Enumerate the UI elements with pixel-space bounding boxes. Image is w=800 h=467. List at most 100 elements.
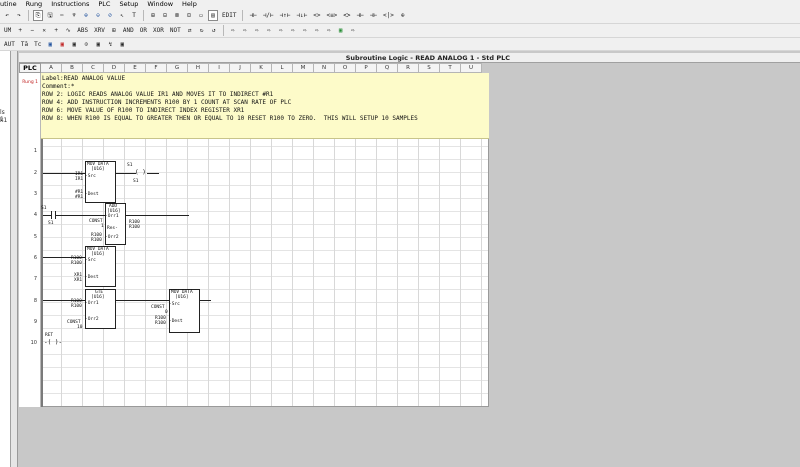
return-coil[interactable]: -( )- [44, 339, 62, 346]
convert-icon[interactable]: ⇨ [312, 25, 322, 36]
monitor-icon[interactable]: ▣ [336, 25, 346, 36]
column-label: C [83, 63, 104, 73]
add-icon[interactable]: + [15, 25, 25, 36]
divide-icon[interactable]: + [51, 25, 61, 36]
multiply-icon[interactable]: ✕ [39, 25, 49, 36]
text-tool-icon[interactable]: T [129, 10, 139, 21]
subtract-icon[interactable]: − [27, 25, 37, 36]
wire [147, 173, 159, 174]
dest-pin: -Dest [169, 319, 183, 324]
wrench-icon[interactable]: ♆ [69, 10, 79, 21]
move-indirect-icon[interactable]: ⇨ [276, 25, 286, 36]
pointer-icon[interactable]: ↖ [117, 10, 127, 21]
xrv-button[interactable]: XRV [92, 25, 107, 36]
swap-icon[interactable]: ⇄ [185, 25, 195, 36]
sqrt-icon[interactable]: ∿ [63, 25, 73, 36]
tree-item[interactable]: k1 [0, 117, 7, 124]
pane-splitter[interactable] [11, 51, 18, 467]
transfer-icon[interactable]: ⇨ [348, 25, 358, 36]
zoom-in-icon[interactable]: ⊕ [81, 10, 91, 21]
menu-instructions[interactable]: Instructions [51, 0, 89, 8]
clock-icon[interactable]: ⊙ [81, 39, 91, 50]
comment-line: ROW 2: LOGIC READS ANALOG VALUE IR1 AND … [42, 91, 274, 98]
rung-comment[interactable]: Label:READ ANALOG VALUE Comment:* ROW 2:… [41, 73, 489, 139]
rotate-left-icon[interactable]: ↺ [209, 25, 219, 36]
dest-pin: -Dest [85, 192, 99, 197]
menu-routine[interactable]: utine [0, 0, 17, 8]
main-toolbar: ↶ ↷ ⎘ 🖫 ✂ ♆ ⊕ ⊖ ⊘ ↖ T ⊞ ⊟ ⊠ ⊡ ▭ ▤ EDIT ⊣… [0, 8, 800, 24]
nc-contact-icon[interactable]: ⊣/⊢ [261, 10, 276, 21]
subroutine-icon[interactable]: ▣ [57, 39, 67, 50]
comm-icon[interactable]: ▣ [93, 39, 103, 50]
column-label: K [251, 63, 272, 73]
menu-setup[interactable]: Setup [119, 0, 138, 8]
comment-line: ROW 6: MOVE VALUE OF R100 TO INDIRECT IN… [42, 107, 245, 114]
coil-icon[interactable]: ⊣⊢ [355, 10, 366, 21]
jump-icon[interactable]: ↯ [105, 39, 115, 50]
scale-icon[interactable]: ⇨ [324, 25, 334, 36]
in1-value: R100 [71, 304, 82, 309]
menu-window[interactable]: Window [147, 0, 173, 8]
move-icon[interactable]: ⇨ [228, 25, 238, 36]
display-icon[interactable]: ▣ [69, 39, 79, 50]
zoom-fit-icon[interactable]: ⊘ [105, 10, 115, 21]
ret-label: RET [45, 333, 54, 338]
block-icon[interactable]: ▭ [196, 10, 206, 21]
return-icon[interactable]: ▣ [117, 39, 127, 50]
table-icon[interactable]: ⊞ [109, 25, 119, 36]
abs-button[interactable]: ABS [75, 25, 90, 36]
counter-icon[interactable]: Tc [32, 39, 43, 50]
column-label: L [272, 63, 293, 73]
copy-icon[interactable]: ⎘ [33, 10, 43, 21]
no-contact-icon[interactable]: ⊣⊢ [247, 10, 258, 21]
window-titlebar: Subroutine Logic - READ ANALOG 1 - Std P… [19, 53, 800, 63]
column-label: Q [377, 63, 398, 73]
equal-compare-icon[interactable]: <≡> [324, 10, 339, 21]
menu-help[interactable]: Help [182, 0, 197, 8]
copy-data-icon[interactable]: ⇨ [288, 25, 298, 36]
block-type: [U16] [91, 252, 105, 257]
res-value: R100 [129, 225, 140, 230]
undo-icon[interactable]: ↶ [2, 10, 12, 21]
column-label: A [41, 63, 62, 73]
menu-plc[interactable]: PLC [98, 0, 110, 8]
move-table-icon[interactable]: ⇨ [264, 25, 274, 36]
special-icon[interactable]: ⊕ [398, 10, 408, 21]
shift-icon[interactable]: ⇨ [300, 25, 310, 36]
move-block-icon[interactable]: ⇨ [240, 25, 250, 36]
project-tree-pane[interactable]: ls 1 k1 [0, 51, 11, 467]
cut-icon[interactable]: ✂ [57, 10, 67, 21]
save-icon[interactable]: 🖫 [45, 10, 55, 21]
and-button[interactable]: AND [121, 25, 136, 36]
subroutine-window: Subroutine Logic - READ ANALOG 1 - Std P… [19, 53, 800, 467]
not-button[interactable]: NOT [168, 25, 183, 36]
function-block-icon[interactable]: ▣ [45, 39, 55, 50]
menu-rung[interactable]: Rung [26, 0, 43, 8]
const-value: 1 [101, 224, 104, 229]
range-compare-icon[interactable]: ≺≻ [341, 10, 352, 21]
output-coil[interactable]: ( ) [135, 169, 146, 176]
insert-row-icon[interactable]: ⊞ [148, 10, 158, 21]
zoom-out-icon[interactable]: ⊖ [93, 10, 103, 21]
not-equal-icon[interactable]: <|> [381, 10, 396, 21]
timer-icon[interactable]: Tā [19, 39, 30, 50]
column-label: B [62, 63, 83, 73]
delete-col-icon[interactable]: ⊡ [184, 10, 194, 21]
latch-coil-icon[interactable]: ⊣⊢ [368, 10, 379, 21]
row-number: 5 [33, 234, 37, 240]
column-label: U [461, 63, 482, 73]
src-value: IR1 [75, 177, 84, 182]
rotate-right-icon[interactable]: ↻ [197, 25, 207, 36]
edit-mode-icon[interactable]: EDIT [220, 10, 238, 21]
or-button[interactable]: OR [138, 25, 149, 36]
xor-button[interactable]: XOR [151, 25, 166, 36]
contact-symbol[interactable] [51, 211, 52, 219]
compare-icon[interactable]: <> [311, 10, 322, 21]
delete-row-icon[interactable]: ⊟ [160, 10, 170, 21]
view-icon[interactable]: ▤ [208, 10, 218, 21]
neg-edge-contact-icon[interactable]: ⊣↓⊢ [294, 10, 309, 21]
move-fill-icon[interactable]: ⇨ [252, 25, 262, 36]
redo-icon[interactable]: ↷ [14, 10, 24, 21]
pos-edge-contact-icon[interactable]: ⊣↑⊢ [278, 10, 293, 21]
insert-col-icon[interactable]: ⊠ [172, 10, 182, 21]
